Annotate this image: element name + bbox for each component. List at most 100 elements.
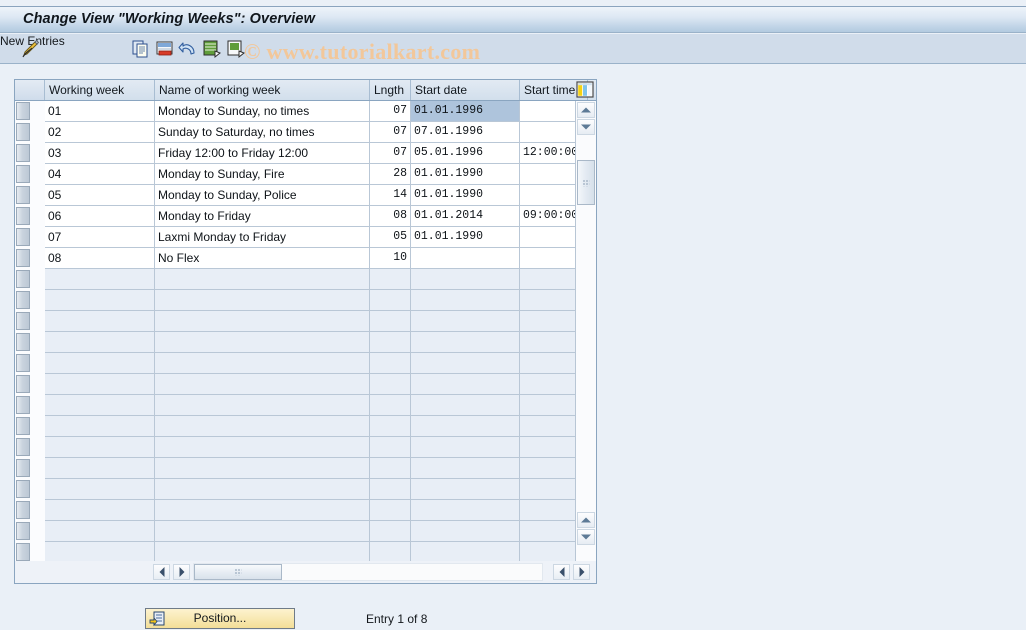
- cell-length[interactable]: 07: [370, 101, 411, 122]
- cell-working-week[interactable]: [45, 521, 155, 542]
- horizontal-scrollbar-thumb[interactable]: [194, 564, 282, 580]
- cell-name[interactable]: [155, 542, 370, 562]
- cell-working-week[interactable]: 02: [45, 122, 155, 143]
- cell-start-time[interactable]: [520, 164, 575, 185]
- cell-start-time[interactable]: [520, 332, 575, 353]
- cell-start-date[interactable]: [411, 500, 520, 521]
- column-header-length[interactable]: Lngth: [370, 80, 411, 100]
- cell-length[interactable]: 07: [370, 122, 411, 143]
- vertical-scrollbar[interactable]: [575, 101, 596, 562]
- cell-start-time[interactable]: 09:00:00: [520, 206, 575, 227]
- column-header-name[interactable]: Name of working week: [155, 80, 370, 100]
- cell-length[interactable]: [370, 458, 411, 479]
- row-select-button[interactable]: [16, 270, 30, 288]
- cell-length[interactable]: [370, 437, 411, 458]
- cell-name[interactable]: Monday to Sunday, Fire: [155, 164, 370, 185]
- cell-name[interactable]: [155, 353, 370, 374]
- scroll-first-column-button[interactable]: [553, 564, 570, 580]
- table-row[interactable]: [15, 479, 575, 500]
- table-row[interactable]: 01 Monday to Sunday, no times 07 01.01.1996: [15, 101, 575, 122]
- scroll-up-button[interactable]: [577, 102, 595, 118]
- cell-name[interactable]: [155, 290, 370, 311]
- cell-name[interactable]: [155, 416, 370, 437]
- cell-name[interactable]: Monday to Friday: [155, 206, 370, 227]
- cell-start-time[interactable]: [520, 353, 575, 374]
- cell-name[interactable]: Friday 12:00 to Friday 12:00: [155, 143, 370, 164]
- horizontal-scrollbar-track[interactable]: [193, 563, 543, 581]
- cell-working-week[interactable]: 04: [45, 164, 155, 185]
- cell-name[interactable]: No Flex: [155, 248, 370, 269]
- cell-start-date[interactable]: [411, 374, 520, 395]
- table-row[interactable]: [15, 290, 575, 311]
- row-select-button[interactable]: [16, 249, 30, 267]
- cell-length[interactable]: 07: [370, 143, 411, 164]
- cell-working-week[interactable]: [45, 437, 155, 458]
- change-display-pencil-icon[interactable]: [21, 39, 41, 59]
- scroll-page-up-button[interactable]: [577, 512, 595, 528]
- cell-length[interactable]: [370, 353, 411, 374]
- cell-start-time[interactable]: [520, 122, 575, 143]
- table-row[interactable]: 06 Monday to Friday 08 01.01.2014 09:00:00: [15, 206, 575, 227]
- cell-start-time[interactable]: [520, 395, 575, 416]
- row-select-button[interactable]: [16, 354, 30, 372]
- cell-length[interactable]: 10: [370, 248, 411, 269]
- cell-start-date[interactable]: [411, 290, 520, 311]
- table-row[interactable]: 05 Monday to Sunday, Police 14 01.01.1990: [15, 185, 575, 206]
- cell-start-time[interactable]: [520, 437, 575, 458]
- cell-start-time[interactable]: [520, 500, 575, 521]
- delete-icon[interactable]: [155, 39, 175, 59]
- cell-name[interactable]: [155, 311, 370, 332]
- undo-icon[interactable]: [178, 39, 198, 59]
- cell-working-week[interactable]: 03: [45, 143, 155, 164]
- table-row[interactable]: [15, 332, 575, 353]
- cell-length[interactable]: 08: [370, 206, 411, 227]
- row-select-button[interactable]: [16, 165, 30, 183]
- cell-start-time[interactable]: [520, 416, 575, 437]
- cell-length[interactable]: 05: [370, 227, 411, 248]
- cell-length[interactable]: [370, 332, 411, 353]
- cell-start-time[interactable]: [520, 185, 575, 206]
- row-select-button[interactable]: [16, 333, 30, 351]
- cell-length[interactable]: [370, 395, 411, 416]
- horizontal-scrollbar[interactable]: [15, 561, 596, 583]
- cell-length[interactable]: 28: [370, 164, 411, 185]
- cell-name[interactable]: [155, 458, 370, 479]
- row-select-button[interactable]: [16, 228, 30, 246]
- cell-name[interactable]: Sunday to Saturday, no times: [155, 122, 370, 143]
- cell-start-date[interactable]: [411, 458, 520, 479]
- cell-start-time[interactable]: [520, 227, 575, 248]
- cell-length[interactable]: [370, 542, 411, 562]
- table-row[interactable]: [15, 458, 575, 479]
- cell-start-date[interactable]: [411, 437, 520, 458]
- table-row[interactable]: 08 No Flex 10: [15, 248, 575, 269]
- table-row[interactable]: [15, 311, 575, 332]
- cell-name[interactable]: [155, 521, 370, 542]
- cell-start-time[interactable]: 12:00:00: [520, 143, 575, 164]
- cell-start-date[interactable]: [411, 269, 520, 290]
- cell-working-week[interactable]: 06: [45, 206, 155, 227]
- cell-working-week[interactable]: [45, 290, 155, 311]
- cell-name[interactable]: [155, 395, 370, 416]
- row-select-button[interactable]: [16, 417, 30, 435]
- scroll-right-button[interactable]: [173, 564, 190, 580]
- row-select-button[interactable]: [16, 396, 30, 414]
- cell-working-week[interactable]: [45, 458, 155, 479]
- copy-as-icon[interactable]: [131, 39, 151, 59]
- cell-name[interactable]: [155, 332, 370, 353]
- scroll-page-down-button[interactable]: [577, 529, 595, 545]
- cell-name[interactable]: [155, 500, 370, 521]
- row-select-button[interactable]: [16, 144, 30, 162]
- cell-working-week[interactable]: [45, 542, 155, 562]
- cell-start-time[interactable]: [520, 311, 575, 332]
- cell-working-week[interactable]: [45, 332, 155, 353]
- row-select-button[interactable]: [16, 375, 30, 393]
- table-row[interactable]: [15, 437, 575, 458]
- table-row[interactable]: [15, 416, 575, 437]
- cell-start-time[interactable]: [520, 479, 575, 500]
- cell-start-date[interactable]: [411, 479, 520, 500]
- deselect-all-icon[interactable]: [226, 39, 246, 59]
- table-row[interactable]: 03 Friday 12:00 to Friday 12:00 07 05.01.19…: [15, 143, 575, 164]
- cell-name[interactable]: Monday to Sunday, no times: [155, 101, 370, 122]
- cell-start-date[interactable]: [411, 353, 520, 374]
- row-select-button[interactable]: [16, 501, 30, 519]
